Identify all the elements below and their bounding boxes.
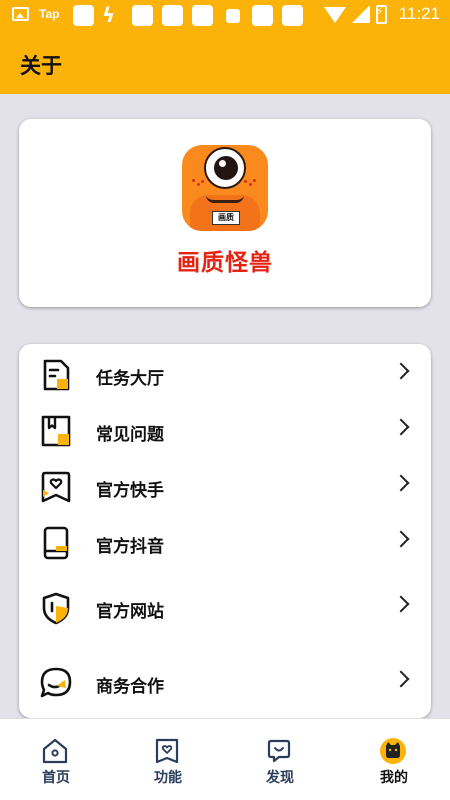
home-icon [42, 738, 68, 764]
notification-square-icon [282, 5, 303, 26]
nav-tab-discover[interactable]: 发现 [224, 719, 336, 800]
notification-square-icon [226, 9, 240, 23]
menu-item-label: 常见问题 [96, 425, 164, 445]
chevron-right-icon [392, 530, 410, 548]
menu-item-task-hall[interactable]: 任务大厅 [19, 349, 431, 399]
shield-icon [42, 592, 70, 625]
chevron-right-icon [392, 474, 410, 492]
nav-label: 首页 [42, 770, 70, 786]
menu-item-label: 官方抖音 [96, 537, 164, 557]
menu-item-label: 官方快手 [96, 481, 164, 501]
bolt-icon: ϟ [102, 3, 116, 27]
phone-icon [43, 526, 69, 560]
menu-card: 任务大厅 常见问题 官方快手 官方抖音 官方网站 商务合作 [19, 344, 431, 718]
page-title: 关于 [20, 54, 62, 78]
app-logo-icon: 画质 [182, 145, 268, 231]
menu-item-official-kuaishou[interactable]: 官方快手 [19, 461, 431, 511]
chevron-right-icon [392, 670, 410, 688]
discover-icon [267, 739, 291, 763]
nav-label: 我的 [380, 770, 408, 786]
cat-avatar-icon [380, 738, 406, 764]
menu-item-label: 任务大厅 [96, 369, 164, 389]
signal-icon [351, 5, 370, 23]
title-bar: 关于 [0, 32, 450, 94]
notification-square-icon [73, 5, 94, 26]
nav-label: 功能 [154, 770, 182, 786]
image-icon [12, 7, 29, 21]
task-doc-icon [43, 359, 70, 391]
about-card: 画质 画质怪兽 [19, 119, 431, 307]
notification-square-icon [192, 5, 213, 26]
notification-square-icon [252, 5, 273, 26]
nav-tab-features[interactable]: 功能 [112, 719, 224, 800]
chevron-right-icon [392, 418, 410, 436]
logo-badge: 画质 [212, 211, 240, 225]
status-app-indicator: Tap [39, 7, 60, 21]
nav-tab-mine[interactable]: 我的 [338, 719, 450, 800]
menu-item-business-cooperation[interactable]: 商务合作 [19, 657, 431, 707]
chat-bubble-icon [40, 667, 72, 698]
faq-book-icon [41, 415, 71, 447]
status-time: 11:21 [398, 4, 440, 23]
nav-tab-home[interactable]: 首页 [0, 719, 112, 800]
status-bar: Tap ϟ 11:21 [0, 0, 450, 32]
nav-label: 发现 [266, 770, 294, 786]
bottom-nav: 首页 功能 发现 我的 [0, 718, 450, 800]
battery-charging-icon [375, 4, 387, 24]
chevron-right-icon [392, 595, 410, 613]
menu-item-label: 官方网站 [96, 602, 164, 622]
menu-item-label: 商务合作 [96, 677, 164, 697]
chevron-right-icon [392, 362, 410, 380]
heart-card-icon [155, 738, 179, 764]
app-name: 画质怪兽 [177, 250, 273, 276]
menu-item-official-douyin[interactable]: 官方抖音 [19, 517, 431, 567]
wifi-icon [323, 7, 346, 23]
menu-item-official-website[interactable]: 官方网站 [19, 582, 431, 632]
kuaishou-heart-icon [41, 471, 71, 503]
menu-item-faq[interactable]: 常见问题 [19, 405, 431, 455]
notification-square-icon [132, 5, 153, 26]
notification-square-icon [162, 5, 183, 26]
